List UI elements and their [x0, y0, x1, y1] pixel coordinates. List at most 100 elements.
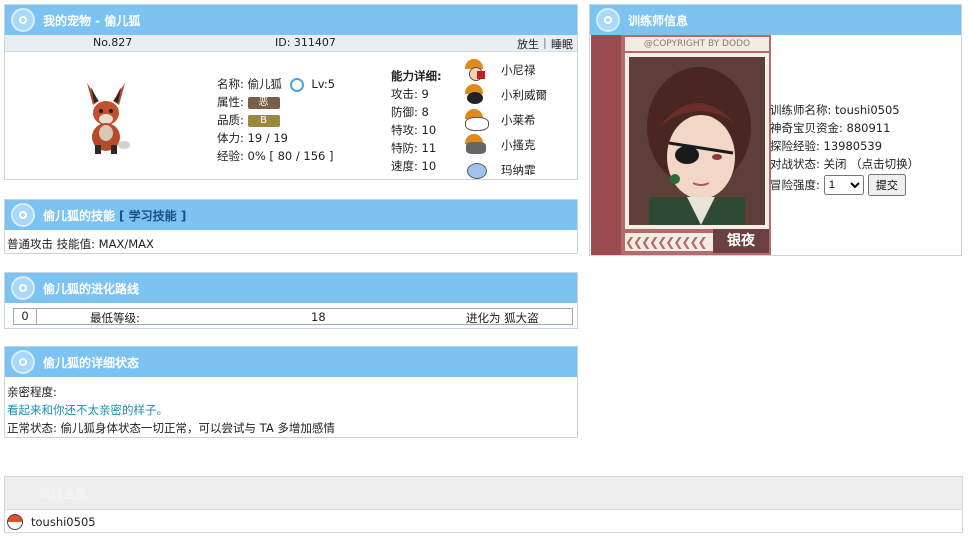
stat-value: 10 — [421, 123, 437, 137]
learn-skill-link[interactable]: [ 学习技能 ] — [119, 207, 186, 224]
pet-panel-title: 我的宠物 - 偷儿狐 — [43, 13, 141, 28]
online-user[interactable]: toushi0505 — [7, 514, 96, 530]
evolution-row: 0 最低等级: 18 进化为 狐大盗 — [13, 308, 573, 325]
pet-hp-row: 体力: 19 / 19 — [217, 129, 335, 147]
stat-speed: 速度: 10 — [391, 157, 442, 175]
team-member-name: 玛纳霏 — [501, 162, 536, 177]
team-list: 小尼禄 小利威爾 小莱希 小搔克 玛纳霏 — [463, 57, 547, 182]
adventure-row: 冒险强度: 1 提交 — [770, 174, 919, 196]
stat-value: 8 — [421, 105, 429, 119]
trainer-sprite-icon — [463, 133, 489, 156]
pet-panel: 我的宠物 - 偷儿狐 No.827 ID: 311407 放生 | 睡眠 名称: — [4, 4, 578, 180]
pet-stats: 能力详细: 攻击: 9 防御: 8 特攻: 10 特防: 11 速度: 10 — [391, 67, 442, 175]
release-link[interactable]: 放生 — [517, 36, 539, 52]
name-label: 名称: — [217, 77, 244, 91]
pokeball-icon — [11, 8, 35, 32]
min-level-label: 最低等级: — [90, 311, 140, 325]
online-panel-header: 同线会员 — [5, 477, 962, 510]
pet-panel-header: 我的宠物 - 偷儿狐 — [5, 5, 577, 35]
pokeball-icon — [11, 276, 35, 300]
min-level-value: 18 — [311, 310, 326, 324]
sleep-link[interactable]: 睡眠 — [551, 36, 573, 52]
card-side-text — [591, 35, 621, 255]
exp-value: 0% [ 80 / 156 ] — [247, 149, 334, 163]
skill-line: 普通攻击 技能值: MAX/MAX — [7, 237, 154, 251]
status-panel: 偷儿狐的详细状态 亲密程度: 看起来和你还不太亲密的样子。 正常状态: 偷儿狐身… — [4, 346, 578, 438]
stat-label: 攻击: — [391, 87, 418, 101]
adventure-select[interactable]: 1 — [823, 175, 864, 195]
stat-value: 9 — [421, 87, 429, 101]
quality-label: 品质: — [217, 113, 244, 127]
stat-attack: 攻击: 9 — [391, 85, 442, 103]
stat-defense: 防御: 8 — [391, 103, 442, 121]
trainer-card: @COPYRIGHT BY DODO ❮❮❮❮❮❮❮❮❮❮ 银夜 — [591, 35, 771, 255]
pet-sprite — [81, 79, 131, 155]
card-portrait — [625, 53, 769, 229]
stat-sp-attack: 特攻: 10 — [391, 121, 442, 139]
team-member[interactable]: 小莱希 — [463, 107, 547, 132]
stats-title: 能力详细: — [391, 69, 442, 83]
separator: | — [543, 36, 547, 49]
trainer-info: 训练师名称: toushi0505 神奇宝贝资金: 880911 探险经验: 1… — [770, 101, 919, 196]
card-copyright: @COPYRIGHT BY DODO — [625, 37, 769, 51]
online-panel-title: 同线会员 — [39, 486, 88, 501]
trainer-sprite-icon — [463, 108, 489, 131]
evolve-to: 进化为 狐大盗 — [466, 311, 539, 325]
gender-icon — [289, 77, 304, 92]
pet-info: 名称: 偷儿狐 Lv:5 属性: 恶 品质: B 体力: 19 / 19 经验:… — [217, 75, 335, 165]
skills-panel: 偷儿狐的技能 [ 学习技能 ] 普通攻击 技能值: MAX/MAX — [4, 199, 578, 254]
pet-exp-row: 经验: 0% [ 80 / 156 ] — [217, 147, 335, 165]
stat-value: 10 — [421, 159, 437, 173]
pokeball-icon — [7, 514, 23, 530]
online-user-name: toushi0505 — [31, 515, 96, 529]
battle-toggle[interactable]: 对战状态: 关闭 （点击切换） — [770, 155, 919, 173]
stat-sp-defense: 特防: 11 — [391, 139, 442, 157]
trainer-sprite-icon — [463, 58, 489, 81]
normal-status-text: 正常状态: 偷儿狐身体状态一切正常，可以尝试与 TA 多增加感情 — [7, 421, 335, 435]
stat-label: 特攻: — [391, 123, 418, 137]
evolution-panel-header: 偷儿狐的进化路线 — [5, 273, 577, 303]
team-member[interactable]: 小搔克 — [463, 132, 547, 157]
team-member[interactable]: 小利威爾 — [463, 82, 547, 107]
pokeball-icon — [11, 203, 35, 227]
stat-label: 速度: — [391, 159, 418, 173]
trainer-sprite-icon — [463, 83, 489, 106]
hp-label: 体力: — [217, 131, 244, 145]
stat-label: 防御: — [391, 105, 418, 119]
trainer-sprite-icon — [463, 159, 489, 181]
status-panel-title: 偷儿狐的详细状态 — [43, 355, 140, 370]
evolution-index: 0 — [14, 309, 37, 324]
team-member[interactable]: 小尼禄 — [463, 57, 547, 82]
submit-button[interactable]: 提交 — [867, 174, 906, 196]
pokeball-icon — [596, 8, 620, 32]
team-member-name: 小搔克 — [501, 137, 536, 152]
team-member-name: 小莱希 — [501, 112, 536, 127]
attr-badge: 恶 — [247, 96, 280, 109]
trainer-exp: 探险经验: 13980539 — [770, 139, 883, 153]
hp-value: 19 / 19 — [247, 131, 288, 145]
card-name: 银夜 — [713, 229, 769, 253]
skills-panel-title: 偷儿狐的技能 — [43, 208, 116, 223]
pet-quality-row: 品质: B — [217, 111, 335, 129]
pet-number: No.827 — [93, 36, 133, 49]
card-arrows: ❮❮❮❮❮❮❮❮❮❮ — [625, 233, 713, 251]
pet-id: ID: 311407 — [275, 36, 336, 49]
intimacy-label: 亲密程度: — [7, 385, 57, 399]
stat-label: 特防: — [391, 141, 418, 155]
attr-label: 属性: — [217, 95, 244, 109]
stat-value: 11 — [421, 141, 437, 155]
exp-label: 经验: — [217, 149, 244, 163]
team-member[interactable]: 玛纳霏 — [463, 157, 547, 182]
trainer-panel: 训练师信息 @COPYRIGHT BY DODO ❮❮❮❮❮❮❮❮❮❮ 银夜 训… — [589, 4, 962, 256]
quality-badge: B — [247, 114, 280, 127]
pet-attr-row: 属性: 恶 — [217, 93, 335, 111]
online-panel: 同线会员 toushi0505 — [4, 476, 963, 533]
trainer-money: 神奇宝贝资金: 880911 — [770, 121, 891, 135]
trainer-name: 训练师名称: toushi0505 — [770, 103, 900, 117]
trainer-panel-header: 训练师信息 — [590, 5, 961, 35]
pet-name-row: 名称: 偷儿狐 Lv:5 — [217, 75, 335, 93]
skills-panel-header: 偷儿狐的技能 [ 学习技能 ] — [5, 200, 577, 230]
pet-level: Lv:5 — [311, 77, 336, 91]
adventure-label: 冒险强度: — [770, 178, 820, 192]
team-member-name: 小利威爾 — [501, 87, 547, 102]
